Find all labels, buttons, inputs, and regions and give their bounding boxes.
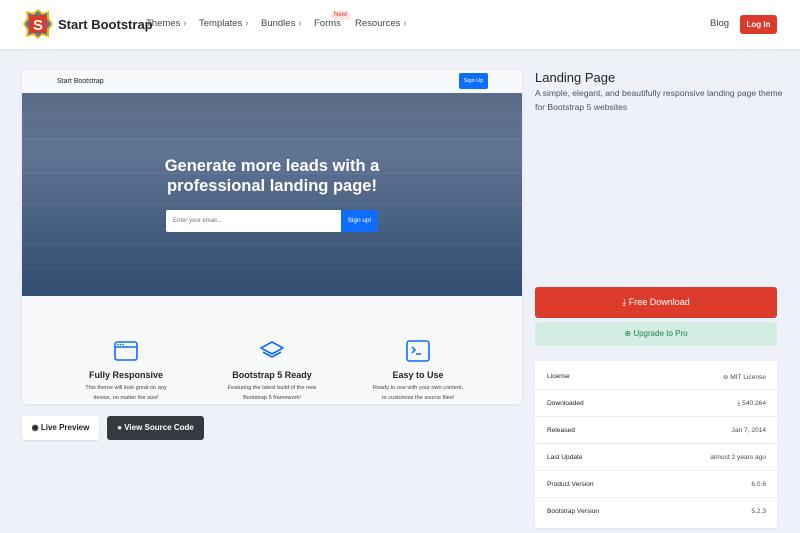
nav-resources[interactable]: Resources › (355, 18, 406, 29)
preview-email-form: Enter your email... Sign up! (166, 210, 378, 232)
feature-text: Ready to use with your own content, or cu… (372, 385, 464, 401)
preview-signup-button: Sign Up (459, 73, 488, 89)
nav-bundles[interactable]: Bundles › (261, 18, 301, 29)
view-source-button[interactable]: ● View Source Code (107, 416, 204, 440)
upgrade-to-pro-button[interactable]: ⊕ Upgrade to Pro (535, 322, 777, 346)
feature-text: Featuring the latest build of the new Boo… (227, 385, 317, 401)
download-icon: ⤓ (737, 400, 741, 407)
preview-email-input: Enter your email... (166, 210, 341, 232)
chevron-right-icon: › (403, 18, 407, 28)
preview-hero-title: Generate more leads with a professional … (164, 157, 380, 195)
layers-icon (260, 341, 284, 358)
window-icon (114, 341, 138, 361)
start-bootstrap-logo[interactable]: S (23, 9, 53, 39)
info-row-last-update: Last Update almost 2 years ago (535, 444, 777, 471)
chevron-right-icon: › (183, 18, 187, 28)
product-title: Landing Page (535, 70, 616, 85)
feature-title: Fully Responsive (88, 370, 164, 380)
nav-themes[interactable]: Themes › (146, 18, 186, 29)
eye-icon: ◉ (31, 423, 39, 432)
nav-blog[interactable]: Blog (710, 18, 729, 29)
chevron-right-icon: › (298, 18, 302, 28)
info-row-license: License ⊚ MIT License (535, 363, 777, 390)
live-preview-button[interactable]: ◉ Live Preview (22, 416, 99, 440)
preview-navbar: Start Bootstrap Sign Up (22, 70, 522, 93)
github-icon: ● (117, 423, 122, 432)
feature-title: Bootstrap 5 Ready (232, 370, 312, 380)
feature-text: This theme will look great on any device,… (85, 385, 167, 401)
nav-templates[interactable]: Templates › (199, 18, 248, 29)
preview-brand: Start Bootstrap (57, 78, 104, 85)
preview-submit-button: Sign up! (341, 210, 378, 232)
product-info-table: License ⊚ MIT License Downloaded ⤓ 540,2… (535, 361, 777, 528)
license-icon: ⊚ (722, 374, 729, 381)
product-description: A simple, elegant, and beautifully respo… (535, 88, 783, 112)
info-row-product-version: Product Version 6.0.6 (535, 471, 777, 498)
nav-forms[interactable]: Forms (314, 18, 341, 29)
download-icon: ⤓ (622, 297, 627, 307)
terminal-icon (406, 340, 430, 362)
preview-hero: Generate more leads with a professional … (22, 93, 522, 296)
feature-title: Easy to Use (392, 370, 444, 380)
info-row-downloaded: Downloaded ⤓ 540,264 (535, 390, 777, 417)
theme-preview[interactable]: Start Bootstrap Sign Up Generate more le… (22, 70, 522, 404)
top-navbar: S Start Bootstrap Themes › Templates › Bun… (0, 0, 800, 49)
chevron-right-icon: › (245, 18, 249, 28)
svg-text:S: S (33, 17, 43, 34)
info-row-bootstrap-version: Bootstrap Version 5.2.3 (547, 508, 766, 515)
plus-circle-icon: ⊕ (624, 329, 632, 338)
brand-name[interactable]: Start Bootstrap (58, 17, 153, 32)
free-download-button[interactable]: ⤓ Free Download (535, 287, 777, 318)
info-row-released: Released Jan 7, 2014 (535, 417, 777, 444)
login-button[interactable]: Log In (740, 15, 777, 34)
